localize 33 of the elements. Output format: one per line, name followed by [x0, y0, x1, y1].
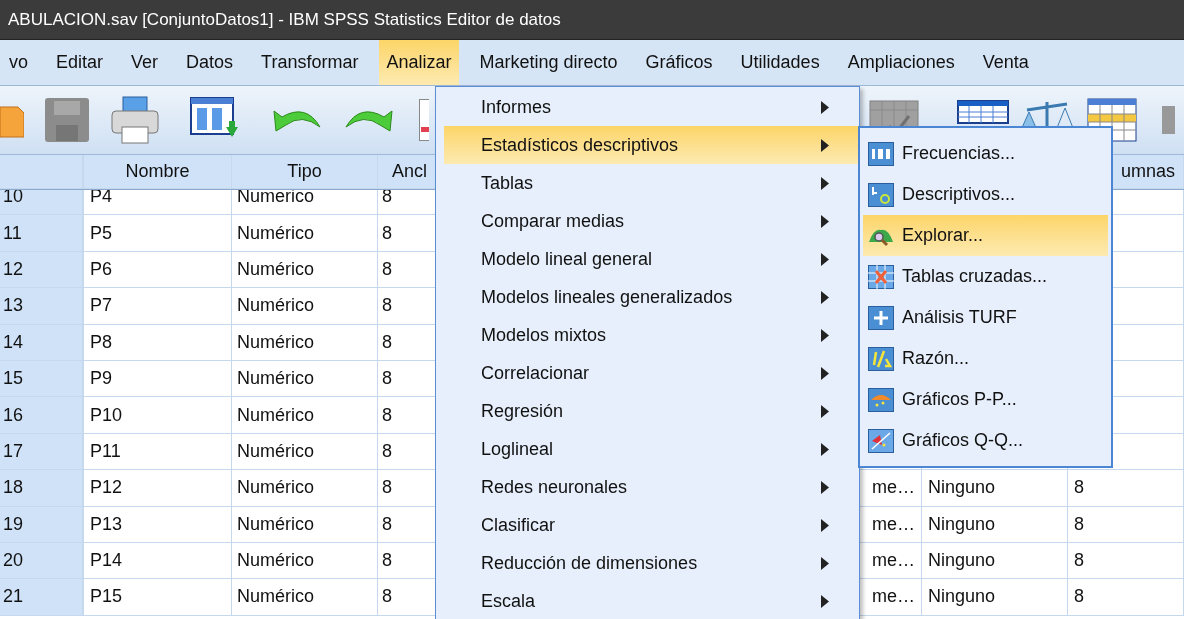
table-cell: Numérico	[232, 433, 378, 471]
table-cell: Numérico	[232, 288, 378, 325]
table-cell: Ninguno	[922, 542, 1068, 580]
table-cell: 8	[1068, 579, 1184, 616]
table-cell: Numérico	[232, 506, 378, 543]
table-cell: Ninguno	[922, 470, 1068, 507]
window-title: ABULACION.sav [ConjuntoDatos1] - IBM SPSS Statistics Editor de datos	[8, 8, 561, 31]
table-cell: P8	[84, 324, 232, 361]
table-cell: Numérico	[232, 579, 378, 616]
table-cell: P14	[84, 542, 232, 580]
table-cell: P15	[84, 579, 232, 616]
table-cell: P13	[84, 506, 232, 543]
table-cell: Numérico	[232, 324, 378, 361]
table-cell: Numérico	[232, 360, 378, 398]
table-cell: P10	[84, 397, 232, 434]
table-cell: Numérico	[232, 470, 378, 507]
table-cell: 8	[1068, 542, 1184, 580]
table-cell: Numérico	[232, 397, 378, 434]
table-cell: 8	[1068, 506, 1184, 543]
table-cell: Numérico	[232, 542, 378, 580]
table-cell: 8	[1068, 470, 1184, 507]
table-cell: Ninguno	[922, 579, 1068, 616]
table-cell: P7	[84, 288, 232, 325]
table-cell: Numérico	[232, 251, 378, 289]
table-cell: Numerico	[232, 190, 378, 216]
table-cell: P12	[84, 470, 232, 507]
table-cell: P9	[84, 360, 232, 398]
table-cell: P6	[84, 251, 232, 289]
table-cell: P5	[84, 215, 232, 252]
table-cell: P4	[84, 190, 232, 216]
table-cell: Ninguno	[922, 506, 1068, 543]
table-cell: P11	[84, 433, 232, 471]
table-cell: Numérico	[232, 215, 378, 252]
